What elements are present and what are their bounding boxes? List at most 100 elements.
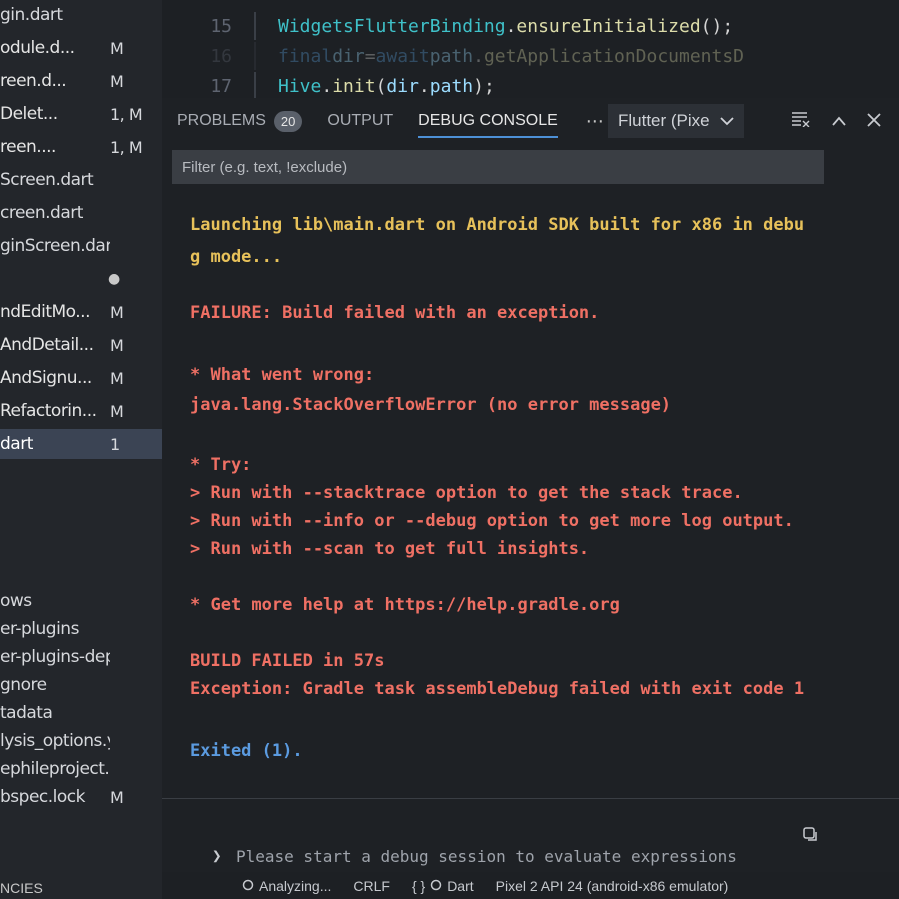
git-status-badge: M xyxy=(110,302,124,322)
sidebar-section-label: NCIES xyxy=(0,880,43,896)
file-name: dart xyxy=(0,434,33,454)
file-name: Delet... xyxy=(0,104,58,124)
file-item[interactable]: ndEditMo... M xyxy=(0,297,162,327)
git-status-badge: 1, M xyxy=(110,137,143,157)
close-panel-icon[interactable] xyxy=(867,111,881,132)
file-item[interactable]: er-plugins-depend... xyxy=(0,642,162,672)
console-line: > Run with --scan to get full insights. xyxy=(190,539,590,559)
file-item[interactable]: dart 1 xyxy=(0,429,162,459)
file-item[interactable]: AndSignu... M xyxy=(0,363,162,393)
file-name: creen.dart xyxy=(0,203,83,223)
file-item[interactable]: Refactorin... M xyxy=(0,396,162,426)
code-line[interactable]: 17 Hive. init(dir. path); xyxy=(162,72,495,98)
status-language[interactable]: { } Dart xyxy=(412,878,474,894)
file-name: ephileproject.iml xyxy=(0,759,110,779)
line-number: 17 xyxy=(210,75,232,97)
code-token: path xyxy=(429,45,474,67)
file-name: bspec.lock xyxy=(0,787,85,807)
file-item[interactable]: reen.d... M xyxy=(0,66,162,96)
console-line: BUILD FAILED in 57s xyxy=(190,651,385,671)
code-token: . xyxy=(321,75,333,97)
file-name: AndDetail... xyxy=(0,335,94,355)
file-item[interactable]: gin.dart xyxy=(0,0,162,30)
line-number: 15 xyxy=(210,15,232,37)
file-item[interactable]: ● xyxy=(0,264,162,294)
clear-console-icon[interactable] xyxy=(791,111,811,132)
file-name: Screen.dart xyxy=(0,170,94,190)
file-item[interactable]: creen.dart xyxy=(0,198,162,228)
git-status-badge: 1 xyxy=(110,434,120,454)
chevron-down-icon xyxy=(720,111,734,131)
file-name: odule.d... xyxy=(0,38,75,58)
code-token: final xyxy=(278,45,333,67)
file-name: tadata xyxy=(0,703,53,723)
file-name: ndEditMo... xyxy=(0,302,90,322)
code-token: . xyxy=(473,45,484,67)
file-item[interactable]: Delet... 1, M xyxy=(0,99,162,129)
console-line: * Try: xyxy=(190,455,252,475)
more-actions-icon[interactable]: ⋯ xyxy=(586,111,605,132)
code-token: ( xyxy=(375,75,387,97)
launch-config-select[interactable]: Flutter (Pixe xyxy=(608,104,744,138)
status-device[interactable]: Pixel 2 API 24 (android-x86 emulator) xyxy=(496,878,729,894)
git-status-badge: M xyxy=(110,401,124,421)
code-line[interactable]: 15 WidgetsFlutterBinding. ensureInitialize… xyxy=(162,12,733,40)
file-item[interactable]: lysis_options.yaml xyxy=(0,726,162,756)
file-name: AndSignu... xyxy=(0,368,92,388)
code-token: dir xyxy=(332,45,365,67)
file-name: lysis_options.yaml xyxy=(0,731,110,751)
file-item[interactable]: odule.d... M xyxy=(0,33,162,63)
code-token: path xyxy=(429,75,474,97)
file-item[interactable]: AndDetail... M xyxy=(0,330,162,360)
file-item[interactable]: ginScreen.dart xyxy=(0,231,162,261)
tab-output[interactable]: OUTPUT xyxy=(317,98,403,144)
console-line: Launching lib\main.dart on Android SDK b… xyxy=(190,215,805,235)
status-analyzing[interactable]: Analyzing... xyxy=(242,878,331,894)
indent-guide xyxy=(254,42,256,70)
repl-input[interactable] xyxy=(234,840,818,872)
status-language-label: Dart xyxy=(447,877,474,894)
file-item[interactable]: ows xyxy=(0,586,162,616)
file-item[interactable]: bspec.lock M xyxy=(0,782,162,812)
git-status-badge: 1, M xyxy=(110,104,143,124)
console-line: * Get more help at https://help.gradle.o… xyxy=(190,595,620,615)
code-token: (); xyxy=(700,15,734,37)
file-item[interactable]: Screen.dart xyxy=(0,165,162,195)
console-line: Exception: Gradle task assembleDebug fai… xyxy=(190,679,805,699)
code-token: Hive xyxy=(278,75,322,97)
indent-guide xyxy=(254,72,256,98)
file-name: er-plugins-depend... xyxy=(0,647,110,667)
code-token: dir xyxy=(386,75,419,97)
code-line[interactable]: 16 final dir = await path. getApplicationD… xyxy=(162,42,744,70)
braces-icon: { } xyxy=(411,877,426,894)
file-name: er-plugins xyxy=(0,619,79,639)
file-item[interactable]: ephileproject.iml xyxy=(0,754,162,784)
tab-debug-console[interactable]: DEBUG CONSOLE xyxy=(408,98,568,144)
file-item[interactable]: gnore xyxy=(0,670,162,700)
maximize-panel-icon[interactable] xyxy=(831,111,847,132)
code-token: . xyxy=(505,15,517,37)
status-eol[interactable]: CRLF xyxy=(353,878,390,894)
status-bar: Analyzing... CRLF { } Dart Pixel 2 API 2… xyxy=(162,872,899,899)
problems-count-badge: 20 xyxy=(273,110,303,132)
console-line: > Run with --info or --debug option to g… xyxy=(190,511,794,531)
status-analyzing-label: Analyzing... xyxy=(259,877,332,894)
tab-debug-console-label: DEBUG CONSOLE xyxy=(418,112,558,129)
file-name: reen.... xyxy=(0,137,56,157)
console-filter-input[interactable] xyxy=(172,150,824,184)
file-item[interactable]: reen.... 1, M xyxy=(0,132,162,162)
panel-actions xyxy=(791,104,881,138)
file-item[interactable]: tadata xyxy=(0,698,162,728)
console-line: Exited (1). xyxy=(190,741,303,761)
code-editor[interactable]: 15 WidgetsFlutterBinding. ensureInitialize… xyxy=(162,0,899,98)
sync-icon xyxy=(242,878,254,894)
git-status-badge: M xyxy=(110,787,124,807)
code-token: = xyxy=(364,45,376,67)
tab-problems-label: PROBLEMS xyxy=(177,112,266,129)
console-line: * What went wrong: xyxy=(190,365,375,385)
panel-tab-bar: PROBLEMS 20 OUTPUT DEBUG CONSOLE ⋯ xyxy=(162,98,899,144)
tab-problems[interactable]: PROBLEMS 20 xyxy=(167,98,312,144)
copy-icon[interactable] xyxy=(802,826,818,846)
file-item[interactable]: er-plugins xyxy=(0,614,162,644)
file-name: reen.d... xyxy=(0,71,67,91)
